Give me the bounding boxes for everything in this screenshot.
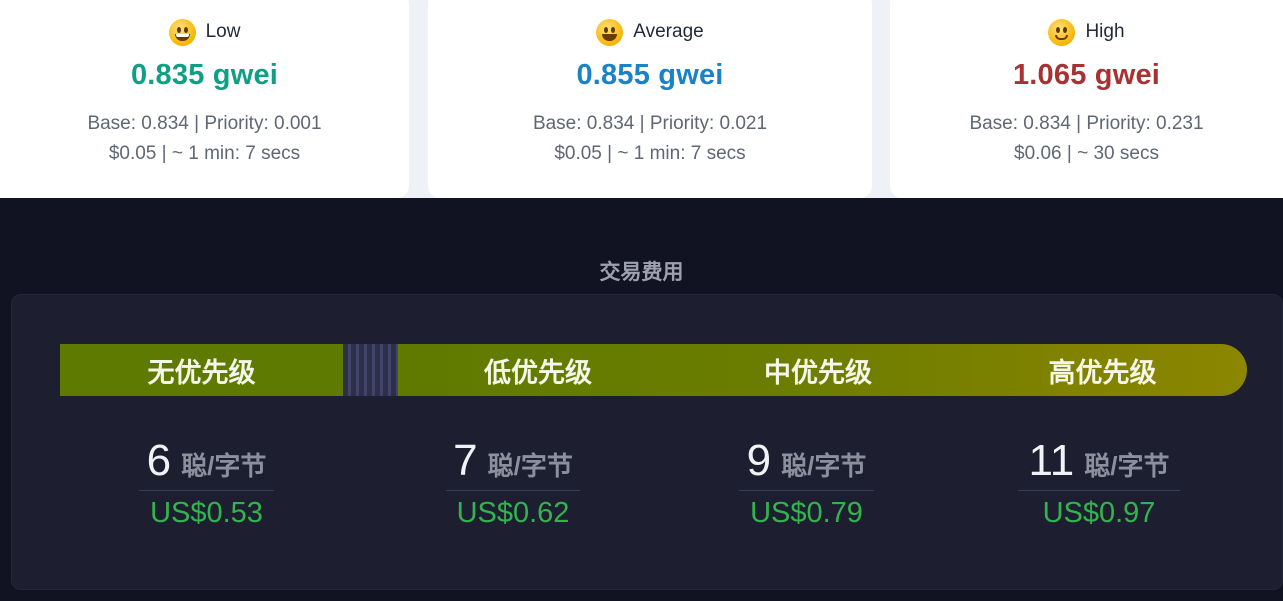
average-gas-card: Average 0.855 gwei Base: 0.834 | Priorit…: [428, 0, 872, 198]
average-gas-label: Average: [633, 21, 704, 42]
low-gas-card: Low 0.835 gwei Base: 0.834 | Priority: 0…: [0, 0, 409, 198]
fee-rate-value: 6: [146, 436, 172, 485]
priority-bar-divider: [343, 344, 398, 396]
high-gas-price: 1.065 gwei: [1012, 59, 1161, 91]
high-gas-label: High: [1085, 21, 1125, 42]
fee-stat-no-priority: 6 聪/字节 US$0.53: [139, 436, 274, 530]
fee-rate-unit: 聪/字节: [487, 451, 573, 481]
big-smile-face-icon: [596, 18, 624, 46]
average-gas-base-priority: Base: 0.834 | Priority: 0.021: [532, 113, 768, 134]
fee-rate-value: 9: [746, 436, 772, 485]
slightly-smiling-face-icon: [1048, 18, 1076, 46]
fee-rate-value: 7: [453, 436, 478, 485]
low-gas-label: Low: [205, 21, 241, 42]
fee-panel-title: 交易费用: [599, 261, 684, 284]
grinning-face-icon: [168, 18, 196, 46]
gas-tracker: Low 0.835 gwei Base: 0.834 | Priority: 0…: [0, 0, 1283, 198]
average-gas-header: Average: [428, 17, 872, 47]
fee-rate-unit: 聪/字节: [1084, 451, 1170, 481]
low-gas-price: 0.835 gwei: [130, 59, 279, 91]
high-gas-header: High: [890, 17, 1283, 47]
high-priority-segment: 高优先级: [1048, 357, 1157, 388]
fee-rate-value: 11: [1028, 436, 1075, 485]
priority-bar: 低优先级 中优先级 高优先级: [398, 344, 1247, 396]
average-gas-price: 0.855 gwei: [576, 59, 724, 91]
fee-usd-value: US$0.53: [150, 497, 263, 529]
transaction-fee-panel: 交易费用: [0, 198, 1283, 601]
no-priority-segment: 无优先级: [60, 344, 343, 396]
fee-rate-unit: 聪/字节: [781, 451, 867, 481]
fee-stat-medium-priority: 9 聪/字节 US$0.79: [739, 436, 874, 530]
fee-stat-low-priority: 7 聪/字节 US$0.62: [446, 436, 580, 530]
low-priority-segment: 低优先级: [484, 357, 592, 388]
low-gas-base-priority: Base: 0.834 | Priority: 0.001: [87, 113, 322, 134]
fee-usd-value: US$0.79: [750, 497, 863, 529]
fee-usd-value: US$0.97: [1042, 497, 1156, 529]
average-gas-cost-time: $0.05 | ~ 1 min: 7 secs: [554, 143, 746, 164]
fee-rate-unit: 聪/字节: [181, 451, 267, 481]
fee-usd-value: US$0.62: [456, 497, 570, 529]
low-gas-header: Low: [0, 17, 409, 47]
high-gas-card: High 1.065 gwei Base: 0.834 | Priority: …: [890, 0, 1283, 198]
high-gas-cost-time: $0.06 | ~ 30 secs: [1014, 143, 1159, 164]
medium-priority-segment: 中优先级: [764, 357, 872, 388]
low-gas-cost-time: $0.05 | ~ 1 min: 7 secs: [108, 143, 301, 164]
high-gas-base-priority: Base: 0.834 | Priority: 0.231: [969, 113, 1204, 134]
fee-stat-high-priority: 11 聪/字节 US$0.97: [1018, 436, 1180, 530]
